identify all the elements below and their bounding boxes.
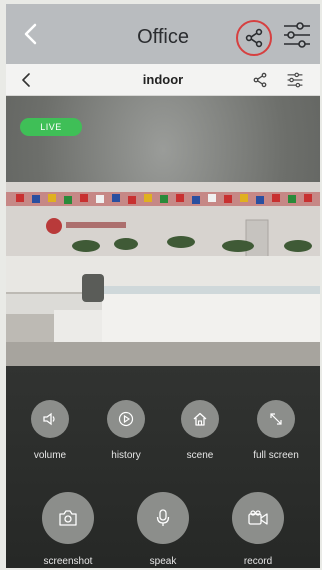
video-camera-icon <box>248 510 268 525</box>
record-button[interactable] <box>232 492 284 544</box>
history-control[interactable]: history <box>86 400 166 461</box>
share-icon <box>253 72 267 88</box>
full-screen-control[interactable]: full screen <box>236 400 316 461</box>
screenshot-button[interactable] <box>42 492 94 544</box>
settings-sliders-icon <box>287 72 303 88</box>
microphone-icon <box>156 509 170 526</box>
screenshot-label: screenshot <box>43 556 93 567</box>
camera-icon <box>59 510 77 526</box>
speak-control[interactable]: speak <box>123 492 203 567</box>
scene-button[interactable] <box>181 400 219 438</box>
app-screen: Office indoor LIVE volume history scene … <box>6 4 320 568</box>
home-icon <box>193 412 207 426</box>
volume-control[interactable]: volume <box>10 400 90 461</box>
speaker-icon <box>43 412 55 426</box>
page-title: Office <box>137 26 189 48</box>
screenshot-control[interactable]: screenshot <box>28 492 108 567</box>
record-control[interactable]: record <box>218 492 298 567</box>
volume-label: volume <box>33 450 67 461</box>
camera-header: indoor <box>6 64 320 96</box>
play-icon <box>118 411 134 427</box>
live-badge: LIVE <box>20 118 82 136</box>
office-scene-image <box>6 182 320 366</box>
speak-button[interactable] <box>137 492 189 544</box>
scene-control[interactable]: scene <box>160 400 240 461</box>
settings-button[interactable] <box>280 18 314 52</box>
history-button[interactable] <box>107 400 145 438</box>
camera-share-button[interactable] <box>250 70 270 90</box>
settings-sliders-icon <box>284 22 310 48</box>
record-label: record <box>243 556 273 567</box>
share-button[interactable] <box>236 20 272 56</box>
camera-controls: volume history scene full screen screens… <box>6 366 320 568</box>
camera-title: indoor <box>142 72 184 87</box>
share-icon <box>245 28 263 48</box>
full-screen-button[interactable] <box>257 400 295 438</box>
scene-label: scene <box>186 450 214 461</box>
camera-settings-button[interactable] <box>284 70 306 90</box>
full-screen-label: full screen <box>253 450 299 461</box>
history-label: history <box>111 450 141 461</box>
speak-label: speak <box>149 556 177 567</box>
volume-button[interactable] <box>31 400 69 438</box>
top-header: Office <box>6 4 320 64</box>
live-video-feed[interactable]: LIVE <box>6 96 320 366</box>
expand-icon <box>270 413 282 425</box>
